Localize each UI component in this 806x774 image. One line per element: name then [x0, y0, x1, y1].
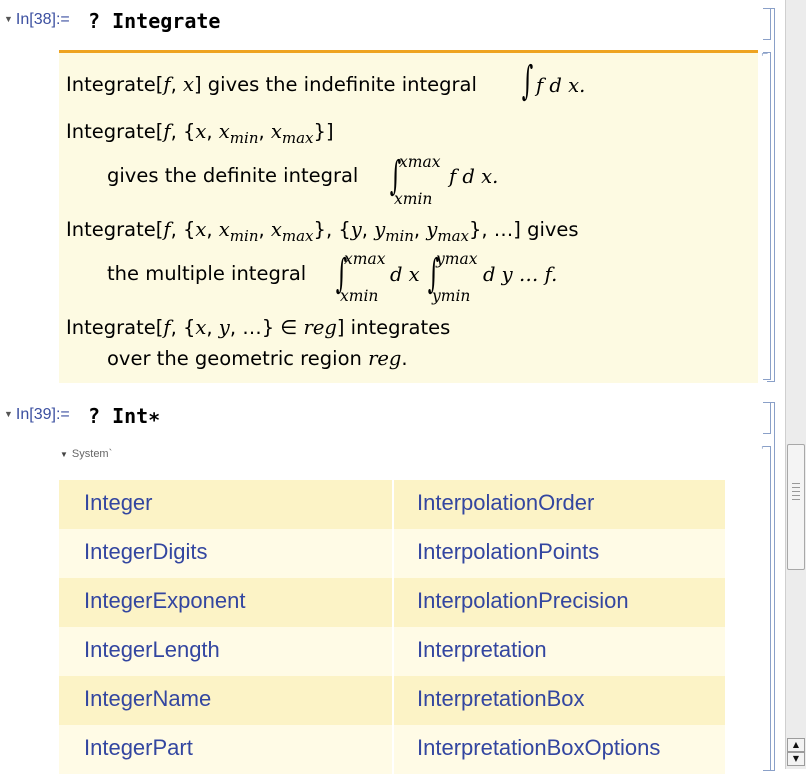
differential: d x [390, 263, 420, 286]
symbol-row: IntegerExponent InterpolationPrecision [59, 578, 725, 627]
symbol-link[interactable]: InterpolationPrecision [417, 588, 629, 614]
scrollbar-thumb[interactable] [787, 444, 805, 570]
upper-limit: xmax [344, 250, 386, 268]
cell-label-38: ▼ In[38]:= [4, 11, 70, 29]
symbol-link[interactable]: Integer [84, 490, 153, 516]
integral-sign: ∫ [521, 58, 534, 104]
symbol-row: Integer InterpolationOrder [59, 480, 725, 529]
usage-line-definite-description: gives the definite integral [107, 164, 359, 187]
symbol-link[interactable]: InterpolationPoints [417, 539, 599, 565]
cell-label-39: ▼ In[39]:= [4, 406, 70, 424]
context-group-header[interactable]: ▼ System` [60, 448, 112, 460]
usage-line-multiple-description: the multiple integral [107, 262, 307, 285]
symbol-row: IntegerDigits InterpolationPoints [59, 529, 725, 578]
upper-limit: ymax [436, 250, 478, 268]
symbol-link[interactable]: IntegerLength [84, 637, 220, 663]
usage-line-indefinite: Integrate[f, x] gives the indefinite int… [66, 73, 477, 96]
input-cell-38[interactable]: ? Integrate [88, 9, 220, 33]
symbol-row: IntegerLength Interpretation [59, 627, 725, 676]
output-cell-bracket[interactable] [763, 446, 771, 771]
integrand-expression: f d x. [449, 165, 499, 188]
usage-info-box: Integrate[f, x] gives the indefinite int… [59, 50, 758, 383]
usage-line-definite-signature: Integrate[f, {x, xmin, xmax}] [66, 120, 334, 147]
output-cell-bracket[interactable] [763, 52, 771, 380]
triangle-down-icon[interactable]: ▼ [60, 450, 68, 459]
upper-limit: xmax [399, 153, 441, 171]
symbol-row: IntegerPart InterpretationBoxOptions [59, 725, 725, 774]
symbol-link[interactable]: InterpretationBoxOptions [417, 735, 660, 761]
symbol-list-grid: Integer InterpolationOrder IntegerDigits… [59, 480, 725, 774]
symbol-link[interactable]: InterpretationBox [417, 686, 585, 712]
symbol-link[interactable]: IntegerExponent [84, 588, 245, 614]
integrand-expression: f d x. [536, 74, 586, 97]
symbol-link[interactable]: IntegerPart [84, 735, 193, 761]
symbol-link[interactable]: InterpolationOrder [417, 490, 594, 516]
vertical-scrollbar[interactable] [785, 0, 806, 769]
triangle-down-icon[interactable]: ▼ [4, 409, 13, 419]
symbol-row: IntegerName InterpretationBox [59, 676, 725, 725]
lower-limit: xmin [394, 190, 433, 208]
lower-limit: ymin [432, 287, 471, 305]
cell-label-text: In[38]:= [15, 11, 70, 28]
input-cell-39[interactable]: ? Int∗ [88, 404, 160, 428]
cell-label-text: In[39]:= [15, 406, 70, 423]
usage-line-region-description: over the geometric region reg. [107, 347, 408, 370]
integrand-expression: d y … f. [483, 263, 558, 286]
symbol-link[interactable]: IntegerDigits [84, 539, 208, 565]
usage-line-region-signature: Integrate[f, {x, y, …} ∈ reg] integrates [66, 316, 451, 339]
context-name: System` [71, 448, 113, 460]
symbol-link[interactable]: IntegerName [84, 686, 211, 712]
symbol-link[interactable]: Interpretation [417, 637, 547, 663]
arrow-up-icon[interactable]: ▲ [787, 738, 805, 752]
triangle-down-icon[interactable]: ▼ [4, 14, 13, 24]
arrow-down-icon[interactable]: ▼ [787, 752, 805, 766]
usage-line-multiple-signature: Integrate[f, {x, xmin, xmax}, {y, ymin, … [66, 218, 579, 245]
lower-limit: xmin [340, 287, 379, 305]
